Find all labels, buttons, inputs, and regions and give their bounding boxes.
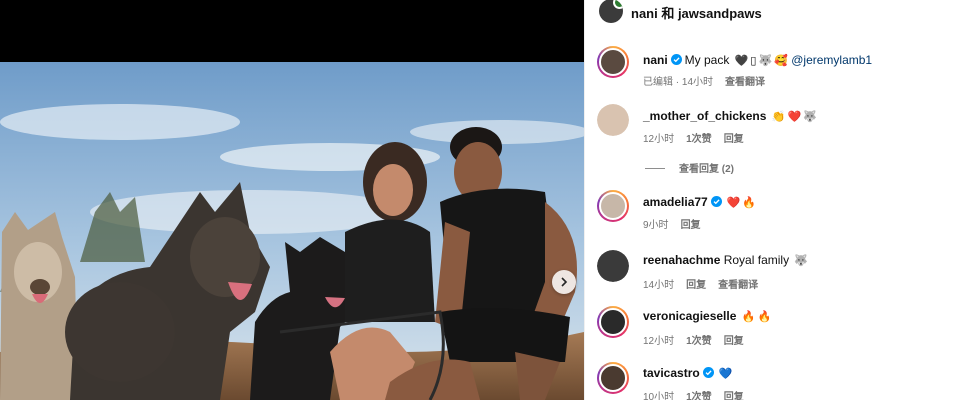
emoji: ❤️ bbox=[787, 111, 802, 123]
emoji: 🔥 bbox=[741, 311, 756, 323]
emoji: 🖤 bbox=[734, 55, 749, 67]
header-avatar[interactable] bbox=[599, 0, 623, 23]
caption-meta: 已编辑 · 14小时 查看翻译 bbox=[643, 73, 777, 88]
comment-username[interactable]: tavicastro bbox=[643, 366, 700, 380]
like-count[interactable]: 1次赞 bbox=[686, 392, 712, 400]
comment-time: 12小时 bbox=[643, 134, 675, 145]
post-header: nani 和 jawsandpaws bbox=[585, 0, 964, 24]
emoji: 💙 bbox=[718, 368, 733, 380]
reply-button[interactable]: 回复 bbox=[686, 280, 706, 291]
emoji: ❤️ bbox=[726, 197, 741, 209]
comment-text: _mother_of_chickens 👏 ❤️ 🐺 bbox=[643, 108, 817, 125]
like-count[interactable]: 1次赞 bbox=[686, 134, 712, 145]
comment-username[interactable]: reenahachme bbox=[643, 253, 720, 267]
emoji: ▯ bbox=[750, 55, 757, 67]
comment-username[interactable]: _mother_of_chickens bbox=[643, 109, 766, 123]
comment-time: 12小时 bbox=[643, 336, 675, 347]
comment-time: 10小时 bbox=[643, 392, 675, 400]
emoji: 🐺 bbox=[758, 55, 773, 67]
collab-avatar bbox=[613, 0, 623, 9]
emoji: 🔥 bbox=[757, 311, 772, 323]
verified-badge-icon bbox=[710, 196, 722, 207]
comments-panel: nani 和 jawsandpaws nani My pack 🖤 ▯ 🐺 🥰 @jer… bbox=[584, 0, 964, 400]
reply-button[interactable]: 回复 bbox=[724, 134, 744, 145]
comment-time: 14小时 bbox=[643, 280, 675, 291]
emoji: 🐺 bbox=[803, 111, 817, 123]
emoji: 🔥 bbox=[742, 197, 757, 209]
comment-text: tavicastro 💙 bbox=[643, 365, 732, 382]
caption-text: nani My pack 🖤 ▯ 🐺 🥰 @jeremylamb1 bbox=[643, 52, 872, 69]
like-count[interactable]: 1次赞 bbox=[686, 336, 712, 347]
avatar[interactable] bbox=[597, 190, 629, 222]
mention-link[interactable]: @jeremylamb1 bbox=[791, 53, 872, 67]
caption-time: 14小时 bbox=[681, 77, 714, 88]
comment-text: amadelia77 ❤️ 🔥 bbox=[643, 194, 756, 211]
avatar[interactable] bbox=[597, 104, 629, 136]
see-translation-link[interactable]: 查看翻译 bbox=[725, 77, 765, 88]
reply-button[interactable]: 回复 bbox=[681, 220, 701, 231]
avatar[interactable] bbox=[597, 306, 629, 338]
view-replies-label: 查看回复 (2) bbox=[679, 164, 734, 175]
emoji: 🥰 bbox=[774, 55, 788, 67]
view-replies-button[interactable]: 查看回复 (2) bbox=[645, 160, 734, 175]
verified-badge-icon bbox=[670, 54, 682, 65]
comment-time: 9小时 bbox=[643, 220, 669, 231]
caption-body: My pack bbox=[684, 53, 730, 67]
avatar[interactable] bbox=[597, 362, 629, 394]
avatar[interactable] bbox=[597, 250, 629, 282]
comment-text: veronicagieselle 🔥 🔥 bbox=[643, 308, 771, 325]
edited-label: 已编辑 bbox=[643, 77, 673, 88]
post-media bbox=[0, 0, 584, 400]
comment-meta: 10小时 1次赞 回复 bbox=[643, 388, 756, 400]
chevron-right-icon bbox=[561, 277, 568, 287]
comment-text: reenahachme Royal family 🐺 bbox=[643, 252, 808, 269]
caption-username[interactable]: nani bbox=[643, 53, 668, 67]
comment-body: Royal family bbox=[723, 253, 790, 267]
comment-meta: 12小时 1次赞 回复 bbox=[643, 332, 756, 347]
reply-button[interactable]: 回复 bbox=[724, 392, 744, 400]
instagram-post-viewer: nani 和 jawsandpaws nani My pack 🖤 ▯ 🐺 🥰 @jer… bbox=[0, 0, 964, 400]
comment-meta: 12小时 1次赞 回复 bbox=[643, 130, 756, 145]
meta-separator: · bbox=[673, 77, 682, 88]
comment-meta: 9小时 回复 bbox=[643, 216, 713, 231]
comment-username[interactable]: veronicagieselle bbox=[643, 309, 736, 323]
post-photo bbox=[0, 62, 584, 400]
reply-button[interactable]: 回复 bbox=[724, 336, 744, 347]
emoji: 👏 bbox=[771, 111, 786, 123]
emoji: 🐺 bbox=[794, 255, 809, 267]
post-author-title[interactable]: nani 和 jawsandpaws bbox=[631, 3, 762, 22]
comment-username[interactable]: amadelia77 bbox=[643, 195, 708, 209]
comment-meta: 14小时 回复 查看翻译 bbox=[643, 276, 770, 291]
next-image-button[interactable] bbox=[552, 270, 576, 294]
avatar[interactable] bbox=[597, 46, 629, 78]
verified-badge-icon bbox=[702, 367, 714, 378]
see-translation-link[interactable]: 查看翻译 bbox=[718, 280, 758, 291]
replies-divider bbox=[645, 168, 665, 169]
